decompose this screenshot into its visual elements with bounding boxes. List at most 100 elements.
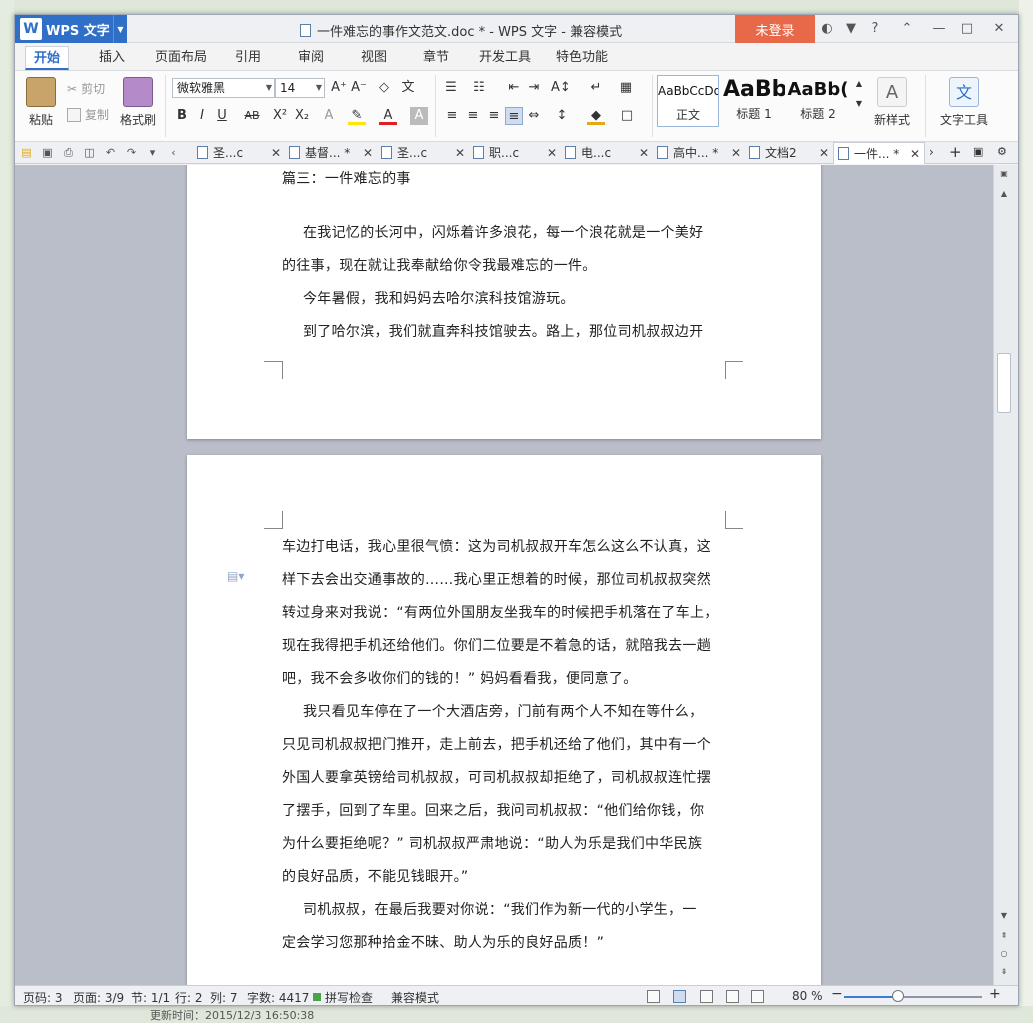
next-page-icon[interactable]: ⇟ (996, 965, 1012, 979)
tab-list-icon[interactable]: ▣ (973, 145, 983, 158)
table-icon[interactable]: ▦ (617, 79, 635, 97)
style-heading-2[interactable]: AaBb( 标题 2 (787, 75, 849, 127)
doc-tab[interactable]: 文档2 ✕ (745, 142, 833, 164)
font-size-select[interactable]: 14 ▼ (275, 78, 325, 98)
clear-format-icon[interactable]: ◇ (375, 79, 393, 97)
status-section[interactable]: 节: 1/1 (131, 989, 170, 1005)
scroll-down-icon[interactable]: ▼ (996, 909, 1012, 923)
maximize-icon[interactable]: □ (959, 21, 975, 37)
customize-icon[interactable]: ▾ (145, 145, 160, 160)
help-icon[interactable]: ? (867, 21, 883, 37)
close-icon[interactable]: ✕ (363, 142, 373, 164)
highlight-icon[interactable]: ✎ (348, 107, 366, 125)
underline-icon[interactable]: U (213, 107, 231, 125)
close-icon[interactable]: ✕ (271, 142, 281, 164)
document-canvas[interactable]: 篇三：一件难忘的事 在我记忆的长河中，闪烁着许多浪花，每一个浪花就是一个美好 的… (15, 165, 993, 985)
styles-scroll-up-icon[interactable]: ▲ (850, 75, 868, 93)
reading-view-icon[interactable] (751, 990, 764, 1003)
increase-indent-icon[interactable]: ⇥ (525, 79, 543, 97)
doc-tab[interactable]: 职...c ✕ (469, 142, 561, 164)
shading-icon[interactable]: ◆ (587, 107, 605, 125)
collapse-ribbon-icon[interactable]: ⌃ (899, 21, 915, 37)
italic-icon[interactable]: I (193, 107, 211, 125)
char-shading-icon[interactable]: A (410, 107, 428, 125)
shrink-font-icon[interactable]: A⁻ (350, 79, 368, 97)
undo-icon[interactable]: ↶ (103, 145, 118, 160)
browse-object-icon[interactable]: ○ (996, 947, 1012, 961)
distribute-icon[interactable]: ⇔ (525, 107, 543, 125)
tab-view[interactable]: 视图 (353, 46, 395, 70)
status-pages[interactable]: 页面: 3/9 (73, 989, 124, 1005)
new-tab-icon[interactable]: + (949, 143, 962, 161)
zoom-out-icon[interactable]: − (831, 986, 843, 1002)
close-icon[interactable]: ✕ (639, 142, 649, 164)
close-icon[interactable]: ✕ (731, 142, 741, 164)
skin-icon[interactable]: ◐ (819, 21, 835, 37)
text-tools-button[interactable]: 文 文字工具 (933, 77, 995, 128)
doc-tab[interactable]: 圣...c ✕ (377, 142, 469, 164)
wps-app-menu-button[interactable]: W WPS 文字 ▼ (15, 15, 127, 43)
tab-sections[interactable]: 章节 (415, 46, 457, 70)
justify-icon[interactable]: ≡ (505, 107, 523, 125)
align-right-icon[interactable]: ≡ (485, 107, 503, 125)
copy-button[interactable]: 复制 (67, 106, 109, 123)
bullet-list-icon[interactable]: ☰ (442, 79, 460, 97)
zoom-in-icon[interactable]: + (989, 986, 1001, 1002)
bold-icon[interactable]: B (173, 107, 191, 125)
borders-icon[interactable]: □ (618, 107, 636, 125)
tab-insert[interactable]: 插入 (91, 46, 133, 70)
subscript-icon[interactable]: X₂ (293, 107, 311, 125)
tab-scroll-left-icon[interactable]: ‹ (166, 145, 181, 160)
pinyin-icon[interactable]: 文 (399, 79, 417, 97)
doc-tab[interactable]: 圣...c ✕ (193, 142, 285, 164)
decrease-indent-icon[interactable]: ⇤ (505, 79, 523, 97)
web-view-icon[interactable] (726, 990, 739, 1003)
status-page-number[interactable]: 页码: 3 (23, 989, 63, 1005)
doc-tab[interactable]: 基督... * ✕ (285, 142, 377, 164)
save-icon[interactable]: ▣ (40, 145, 55, 160)
status-row[interactable]: 行: 2 (175, 989, 203, 1005)
tab-special-features[interactable]: 特色功能 (548, 46, 616, 70)
align-center-icon[interactable]: ≡ (464, 107, 482, 125)
style-normal[interactable]: AaBbCcDd 正文 (657, 75, 719, 127)
grow-font-icon[interactable]: A⁺ (330, 79, 348, 97)
zoom-slider-knob[interactable] (891, 990, 904, 1002)
doc-tab[interactable]: 高中... * ✕ (653, 142, 745, 164)
login-button[interactable]: 未登录 (735, 15, 815, 43)
shirt-icon[interactable]: ▼ (843, 21, 859, 37)
close-icon[interactable]: ✕ (910, 143, 920, 165)
tab-page-layout[interactable]: 页面布局 (147, 46, 215, 70)
page-view-icon[interactable] (673, 990, 686, 1003)
tab-settings-icon[interactable]: ⚙ (997, 145, 1007, 158)
zoom-level[interactable]: 80 % (792, 989, 823, 1003)
tab-scroll-right-icon[interactable]: › (929, 145, 934, 159)
tab-references[interactable]: 引用 (227, 46, 269, 70)
paste-button[interactable]: 粘贴 (23, 77, 59, 128)
status-column[interactable]: 列: 7 (210, 989, 238, 1005)
styles-scroll-down-icon[interactable]: ▼ (850, 95, 868, 113)
text-effect-icon[interactable]: A (320, 107, 338, 125)
align-left-icon[interactable]: ≡ (443, 107, 461, 125)
line-spacing-icon[interactable]: ↕ (553, 107, 571, 125)
scroll-top-icon[interactable]: ▣ (996, 167, 1012, 181)
close-icon[interactable]: ✕ (547, 142, 557, 164)
close-icon[interactable]: ✕ (455, 142, 465, 164)
chevron-down-icon[interactable]: ▼ (113, 15, 127, 43)
style-heading-1[interactable]: AaBb 标题 1 (723, 75, 785, 127)
outline-view-icon[interactable] (700, 990, 713, 1003)
tab-review[interactable]: 审阅 (290, 46, 332, 70)
paragraph-tag-icon[interactable]: ▤▾ (227, 569, 244, 583)
vertical-scrollbar[interactable]: ▣ ▲ ▼ ⇞ ○ ⇟ (993, 165, 1018, 985)
minimize-icon[interactable]: — (931, 21, 947, 37)
status-word-count[interactable]: 字数: 4417 (247, 989, 309, 1005)
redo-icon[interactable]: ↷ (124, 145, 139, 160)
numbered-list-icon[interactable]: ☷ (470, 79, 488, 97)
font-color-icon[interactable]: A (379, 107, 397, 125)
format-painter-button[interactable]: 格式刷 (119, 77, 157, 128)
superscript-icon[interactable]: X² (271, 107, 289, 125)
zoom-slider[interactable] (844, 990, 982, 1002)
new-style-button[interactable]: A 新样式 (867, 77, 917, 128)
open-icon[interactable]: ▤ (19, 145, 34, 160)
font-name-select[interactable]: 微软雅黑 ▼ (172, 78, 275, 98)
cut-button[interactable]: ✂ 剪切 (67, 80, 105, 97)
